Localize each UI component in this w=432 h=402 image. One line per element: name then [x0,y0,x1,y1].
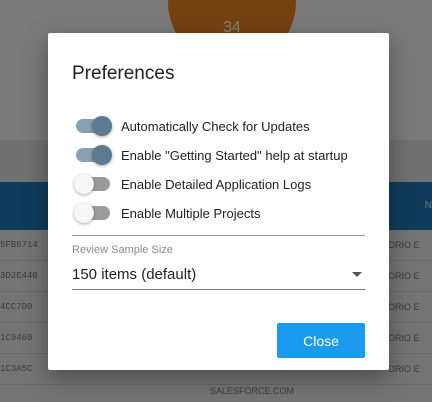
toggle-switch[interactable] [74,116,112,136]
toggle-switch[interactable] [74,145,112,165]
toggle-label: Automatically Check for Updates [121,118,310,134]
preferences-dialog: Preferences Automatically Check for Upda… [48,33,389,370]
review-sample-size-select[interactable]: 150 items (default) [72,261,365,290]
toggle-switch[interactable] [74,174,112,194]
toggle-auto-update[interactable]: Automatically Check for Updates [74,116,310,136]
toggle-switch[interactable] [74,203,112,223]
toggle-thumb [92,145,112,165]
divider [72,235,365,236]
toggle-thumb [92,116,112,136]
toggle-multiple-projects[interactable]: Enable Multiple Projects [74,203,260,223]
chevron-down-icon [352,272,362,277]
review-sample-size-label: Review Sample Size [72,244,173,256]
select-value: 150 items (default) [72,266,197,283]
toggle-getting-started[interactable]: Enable "Getting Started" help at startup [74,145,348,165]
toggle-detailed-logs[interactable]: Enable Detailed Application Logs [74,174,311,194]
close-button[interactable]: Close [277,323,365,358]
toggle-thumb [74,174,94,194]
toggle-label: Enable "Getting Started" help at startup [121,147,348,163]
toggle-label: Enable Detailed Application Logs [121,176,312,192]
toggle-label: Enable Multiple Projects [121,205,261,221]
dialog-title: Preferences [72,63,175,84]
toggle-thumb [74,203,94,223]
